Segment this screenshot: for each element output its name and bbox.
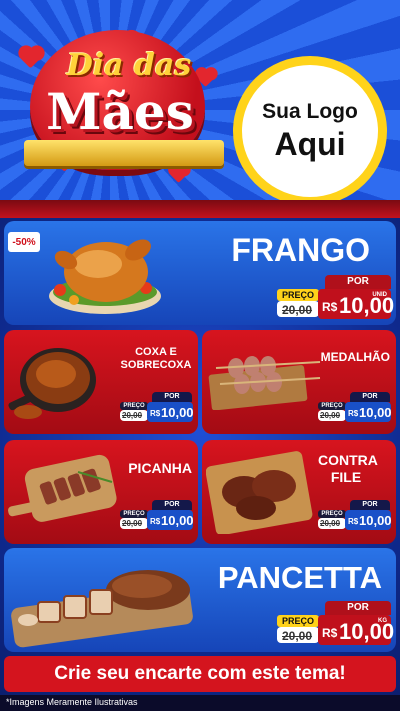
por-label: POR [325, 601, 391, 615]
price-value: 10,00 [359, 405, 392, 420]
currency: R$ [322, 300, 338, 314]
old-price: 20,00 [282, 303, 313, 317]
por-label: POR [350, 392, 390, 402]
old-price: 20,00 [320, 519, 341, 528]
header-divider [0, 200, 400, 218]
preco-label: PREÇO [318, 402, 346, 410]
por-label: POR [152, 392, 192, 402]
por-label: POR [325, 275, 391, 289]
title-line-1: Dia das [66, 48, 192, 83]
pancetta-board-image [11, 570, 193, 648]
por-label: POR [350, 500, 390, 510]
old-price: 20,00 [320, 411, 341, 420]
roast-chicken-image [49, 239, 161, 314]
preco-label: PREÇO [277, 615, 319, 627]
price-box: R$ 10,00 KG [318, 615, 394, 645]
por-label: POR [152, 500, 192, 510]
old-price: 20,00 [282, 629, 313, 643]
title-line-2: Mães [46, 82, 194, 141]
currency: R$ [348, 409, 359, 418]
preco-label: PREÇO [277, 289, 319, 301]
logo-placeholder: Sua Logo Aqui [233, 56, 387, 206]
title-ribbon [24, 140, 224, 166]
currency: R$ [150, 517, 161, 526]
picanha-board-image [8, 454, 117, 522]
chicken-pan-image [8, 348, 96, 419]
product-name-frango: FRANGO [231, 232, 370, 268]
currency: R$ [348, 517, 359, 526]
preco-label: PREÇO [120, 510, 148, 518]
discount-badge: -50% [8, 232, 40, 252]
price-value: 10,00 [161, 513, 194, 528]
price-box: R$ 10,00 [345, 402, 392, 422]
product-name-picanha: PICANHA [128, 460, 192, 476]
price-value: 10,00 [359, 513, 392, 528]
logo-text-2: Aqui [274, 125, 346, 162]
currency: R$ [322, 626, 338, 640]
product-name-pancetta: PANCETTA [217, 560, 382, 595]
old-price: 20,00 [122, 411, 143, 420]
price-box: R$ 10,00 UNID [318, 289, 394, 319]
preco-label: PREÇO [318, 510, 346, 518]
price-value: 10,00 [161, 405, 194, 420]
price-box: R$ 10,00 [147, 510, 194, 530]
preco-label: PREÇO [120, 402, 148, 410]
contrafile-board-image [206, 451, 313, 534]
flyer: Dia das Mães Sua Logo Aqui -50% FRANGO P… [0, 0, 400, 711]
price-unit: KG [378, 618, 387, 624]
old-price: 20,00 [122, 519, 143, 528]
cta-banner: Crie seu encarte com este tema! [4, 656, 396, 692]
product-name-medalhao: MEDALHÃO [320, 350, 390, 364]
price-unit: UNID [372, 292, 387, 298]
disclaimer-text: *Imagens Meramente Ilustrativas [6, 697, 138, 707]
logo-text-1: Sua Logo [262, 99, 358, 123]
product-name-contrafile: CONTRA FILE [318, 452, 378, 485]
price-box: R$ 10,00 [345, 510, 392, 530]
currency: R$ [150, 409, 161, 418]
product-name-coxa: COXA E SOBRECOXA [120, 346, 192, 371]
price-box: R$ 10,00 [147, 402, 194, 422]
